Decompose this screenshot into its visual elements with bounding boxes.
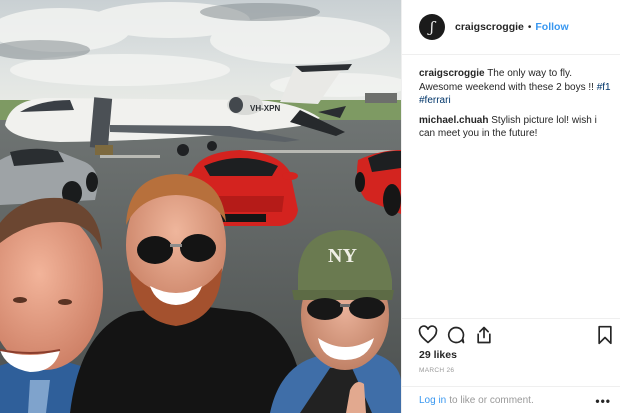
post-date: MARCH 26 <box>419 367 455 374</box>
action-icons <box>418 325 613 347</box>
comment-username[interactable]: craigscroggie <box>419 68 485 79</box>
avatar-monogram-icon: ʃ <box>429 18 435 36</box>
hashtag-link[interactable]: #f1 <box>597 82 611 93</box>
header-separator: • <box>527 21 532 33</box>
comment-reply: michael.chuah Stylish picture lol! wish … <box>419 114 611 141</box>
follow-button[interactable]: Follow <box>535 21 568 33</box>
ny-logo: NY <box>328 245 357 267</box>
comment-list: craigscroggie The only way to fly. Aweso… <box>419 67 611 147</box>
comment-bubble-icon[interactable] <box>446 325 466 345</box>
login-prompt-text: to like or comment. <box>449 395 534 406</box>
bookmark-icon[interactable] <box>595 325 615 345</box>
post-photo[interactable]: VH-XPN NY <box>0 0 401 413</box>
login-bar: Log in to like or comment. ••• <box>402 386 620 413</box>
heart-icon[interactable] <box>418 325 438 345</box>
post-actions: 29 likes MARCH 26 Log in to like or comm… <box>402 318 620 413</box>
share-icon[interactable] <box>474 325 494 345</box>
hashtag-link[interactable]: #ferrari <box>419 95 451 106</box>
comment-username[interactable]: michael.chuah <box>419 115 488 126</box>
post-header: ʃ craigscroggie • Follow <box>402 0 620 55</box>
more-options-icon[interactable]: ••• <box>595 394 611 408</box>
avatar[interactable]: ʃ <box>419 14 445 40</box>
post-side-panel: ʃ craigscroggie • Follow craigscroggie T… <box>401 0 620 413</box>
login-link[interactable]: Log in <box>419 395 446 406</box>
comment-caption: craigscroggie The only way to fly. Aweso… <box>419 67 611 108</box>
header-username[interactable]: craigscroggie <box>455 21 524 33</box>
aircraft-registration: VH-XPN <box>250 104 280 113</box>
likes-count[interactable]: 29 likes <box>419 349 457 361</box>
